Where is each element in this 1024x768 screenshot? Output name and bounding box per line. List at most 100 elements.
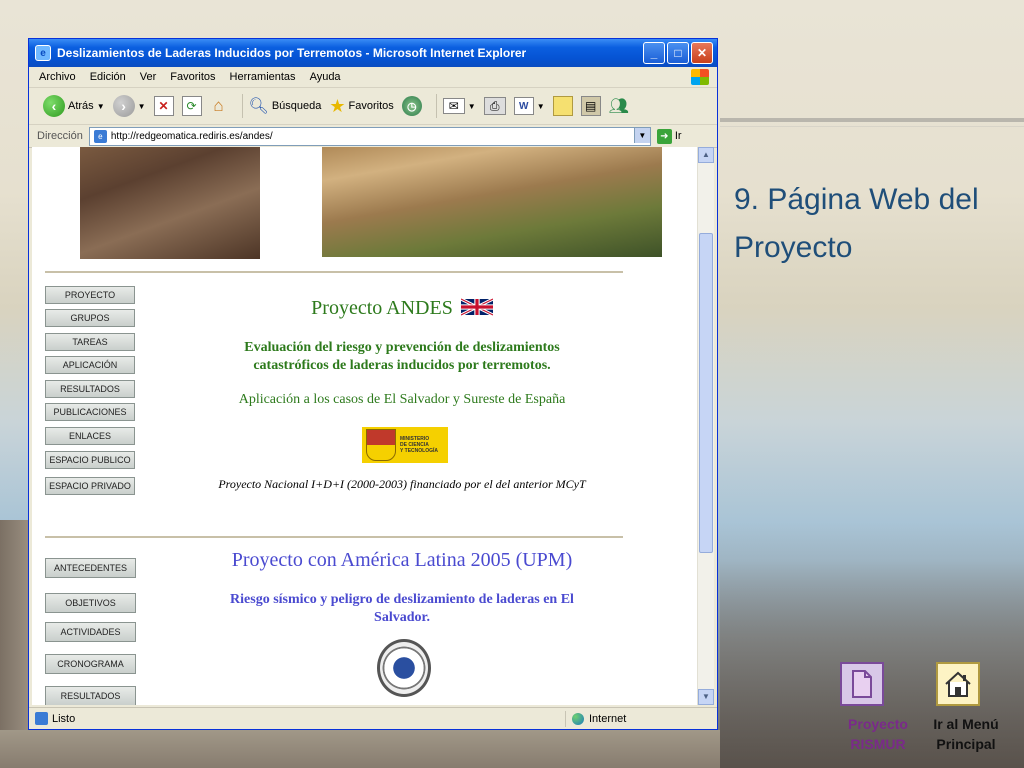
forward-arrow-icon: › <box>112 95 135 117</box>
proyecto-rismur-label[interactable]: Proyecto RISMUR <box>838 714 918 754</box>
statusbar: Listo Internet <box>29 707 717 729</box>
edit-button[interactable]: W ▼ <box>513 97 545 115</box>
nav-proyecto[interactable]: PROYECTO <box>45 286 135 304</box>
browser-title: Deslizamientos de Laderas Inducidos por … <box>57 46 527 60</box>
toolbar-separator <box>241 94 243 118</box>
nav-espacio-publico[interactable]: ESPACIO PUBLICO <box>45 451 135 469</box>
nav-objetivos[interactable]: OBJETIVOS <box>45 593 136 613</box>
nav-actividades[interactable]: ACTIVIDADES <box>45 622 136 642</box>
andes-subtitle: Evaluación del riesgo y prevención de de… <box>182 339 622 375</box>
scroll-up-icon[interactable]: ▲ <box>698 147 714 163</box>
word-icon: W <box>513 97 534 115</box>
menu-principal-label[interactable]: Ir al Menú Principal <box>922 714 1010 754</box>
proyecto-rismur-button[interactable] <box>840 662 884 706</box>
status-text: Listo <box>52 712 76 725</box>
menu-ayuda[interactable]: Ayuda <box>310 71 341 83</box>
chevron-down-icon[interactable]: ▼ <box>97 102 105 111</box>
nav-cronograma[interactable]: CRONOGRAMA <box>45 654 136 674</box>
page-status-icon <box>35 712 48 725</box>
chevron-down-icon[interactable]: ▼ <box>537 102 545 111</box>
slide-nav-icons <box>840 662 980 706</box>
scroll-down-icon[interactable]: ▼ <box>698 689 714 705</box>
print-icon: ⎙ <box>483 97 506 115</box>
menu-herramientas[interactable]: Herramientas <box>230 71 296 83</box>
close-button[interactable]: ✕ <box>691 42 713 64</box>
nav-grupos[interactable]: GRUPOS <box>45 309 135 327</box>
note-icon <box>552 96 573 116</box>
globe-icon <box>572 713 584 725</box>
history-button[interactable]: ◷ <box>401 96 422 116</box>
stop-button[interactable]: ✕ <box>153 96 174 116</box>
browser-titlebar[interactable]: e Deslizamientos de Laderas Inducidos po… <box>29 39 717 67</box>
history-icon: ◷ <box>401 96 422 116</box>
menu-principal-button[interactable] <box>936 662 980 706</box>
research-button[interactable]: ▤ <box>580 96 601 116</box>
browser-window: e Deslizamientos de Laderas Inducidos po… <box>28 38 718 730</box>
address-label: Dirección <box>37 130 83 142</box>
page-icon: e <box>93 129 107 143</box>
search-button[interactable]: 🔍︎ Búsqueda <box>249 96 322 116</box>
zone-text: Internet <box>589 713 627 725</box>
nav-aplicacion[interactable]: APLICACIÓN <box>45 356 135 374</box>
scrollbar-thumb[interactable] <box>699 233 713 553</box>
document-icon <box>852 670 872 698</box>
upm-subtitle-line1: Riesgo sísmico y peligro de deslizamient… <box>230 592 574 607</box>
nav-tareas[interactable]: TAREAS <box>45 333 135 351</box>
menu-edicion[interactable]: Edición <box>90 71 126 83</box>
menubar: Archivo Edición Ver Favoritos Herramient… <box>29 67 717 88</box>
background-crowd-bottom <box>0 730 720 768</box>
address-input[interactable]: e http://redgeomatica.rediris.es/andes/ … <box>88 126 651 146</box>
mail-button[interactable]: ✉ ▼ <box>442 98 476 114</box>
back-button[interactable]: ‹ Atrás ▼ <box>43 95 105 117</box>
uk-flag-icon[interactable] <box>460 298 493 316</box>
menu-ver[interactable]: Ver <box>140 71 157 83</box>
vertical-scrollbar[interactable]: ▲ ▼ <box>697 147 714 705</box>
spain-coat-of-arms-icon <box>366 429 396 461</box>
andes-application: Aplicación a los casos de El Salvador y … <box>238 392 566 407</box>
slide-title: 9. Página Web del Proyecto <box>734 183 979 264</box>
mail-icon: ✉ <box>442 98 465 114</box>
search-label: Búsqueda <box>271 100 322 112</box>
search-icon: 🔍︎ <box>248 98 269 115</box>
addressbar: Dirección e http://redgeomatica.rediris.… <box>29 125 717 148</box>
forward-button[interactable]: › ▼ <box>112 95 146 117</box>
go-label: Ir <box>674 130 682 142</box>
home-button[interactable]: ⌂ <box>210 96 228 115</box>
minimize-button[interactable]: _ <box>643 42 665 64</box>
chevron-down-icon[interactable]: ▼ <box>468 102 476 111</box>
andes-subtitle-line2: catastróficos de laderas inducidos por t… <box>253 358 551 373</box>
messenger-icon: 👥︎ <box>608 98 629 115</box>
favorites-button[interactable]: ★ Favoritos <box>329 96 393 117</box>
upm-seal-logo <box>377 639 431 697</box>
maximize-button[interactable]: □ <box>667 42 689 64</box>
menu-archivo[interactable]: Archivo <box>39 71 76 83</box>
home-icon <box>945 671 971 697</box>
go-button[interactable]: ➜ Ir <box>656 128 682 144</box>
nav-enlaces[interactable]: ENLACES <box>45 427 135 445</box>
slide-divider-line-thin <box>720 126 1024 127</box>
ministry-logo[interactable]: MINISTERIO DE CIENCIA Y TECNOLOGÍA <box>362 427 448 463</box>
star-icon: ★ <box>329 95 346 116</box>
nav-publicaciones[interactable]: PUBLICACIONES <box>45 403 135 421</box>
back-arrow-icon: ‹ <box>43 95 65 117</box>
web-page-viewport[interactable]: PROYECTO GRUPOS TAREAS APLICACIÓN RESULT… <box>32 147 698 705</box>
nav-resultados-upm[interactable]: RESULTADOS <box>45 686 136 705</box>
slide-divider-line <box>720 118 1024 122</box>
nav-resultados[interactable]: RESULTADOS <box>45 380 135 398</box>
refresh-button[interactable]: ⟳ <box>181 96 202 116</box>
research-icon: ▤ <box>580 96 601 116</box>
menu-favoritos[interactable]: Favoritos <box>170 71 215 83</box>
chevron-down-icon[interactable]: ▼ <box>138 102 146 111</box>
favorites-label: Favoritos <box>348 100 394 112</box>
chevron-down-icon[interactable]: ▼ <box>633 127 650 143</box>
messenger-button[interactable]: 👥︎ <box>609 96 629 116</box>
toolbar: ‹ Atrás ▼ › ▼ ✕ ⟳ ⌂ 🔍︎ Búsqueda ★ Favori… <box>29 88 717 125</box>
upm-heading: Proyecto con América Latina 2005 (UPM) <box>231 549 573 571</box>
nav-espacio-privado[interactable]: ESPACIO PRIVADO <box>45 477 135 495</box>
discuss-button[interactable] <box>552 96 573 116</box>
print-button[interactable]: ⎙ <box>483 97 506 115</box>
nav-antecedentes[interactable]: ANTECEDENTES <box>45 558 136 578</box>
toolbar-separator <box>435 94 437 118</box>
security-zone: Internet <box>565 711 626 727</box>
upm-subtitle-line2: Salvador. <box>374 610 430 625</box>
